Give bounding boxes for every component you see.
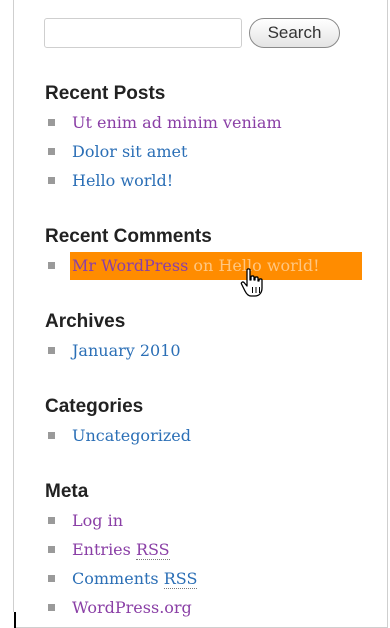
comments-rss-link[interactable]: Comments RSS	[72, 569, 198, 589]
entries-rss-link[interactable]: Entries RSS	[72, 540, 170, 560]
recent-comments-title: Recent Comments	[45, 226, 212, 247]
frame-edge-marker	[9, 612, 16, 628]
meta-list: Log in Entries RSS Comments RSS WordPres…	[45, 506, 198, 622]
search-input[interactable]	[44, 18, 242, 48]
hand-pointer-icon	[240, 268, 263, 297]
comment-author-link[interactable]: Mr WordPress	[72, 256, 188, 275]
archives-title: Archives	[45, 311, 126, 332]
square-bullet-icon	[48, 517, 55, 524]
list-item: Comments RSS	[45, 564, 198, 593]
category-link[interactable]: Uncategorized	[72, 426, 191, 445]
list-item: Uncategorized	[45, 421, 191, 450]
recent-posts-list: Ut enim ad minim veniam Dolor sit amet H…	[45, 108, 282, 195]
archives-list: January 2010	[45, 336, 181, 365]
frame-bottom-edge	[14, 623, 387, 627]
list-item: Entries RSS	[45, 535, 197, 564]
meta-title: Meta	[45, 481, 89, 502]
square-bullet-icon	[48, 119, 55, 126]
comments-rss-label: Comments	[72, 569, 159, 588]
rss-abbr: RSS	[163, 569, 198, 589]
comment-post-link[interactable]: Hello world!	[218, 256, 319, 275]
list-item: Mr WordPress on Hello world!	[45, 251, 320, 280]
list-item: WordPress.org	[45, 593, 197, 622]
list-item: January 2010	[45, 336, 181, 365]
square-bullet-icon	[48, 604, 55, 611]
list-item: Hello world!	[45, 166, 282, 195]
square-bullet-icon	[48, 347, 55, 354]
categories-title: Categories	[45, 396, 144, 417]
list-item: Dolor sit amet	[45, 137, 282, 166]
square-bullet-icon	[48, 546, 55, 553]
list-item: Log in	[45, 506, 197, 535]
recent-comment: Mr WordPress on Hello world!	[72, 256, 320, 275]
wordpress-org-link[interactable]: WordPress.org	[72, 598, 192, 617]
login-link[interactable]: Log in	[72, 511, 123, 530]
search-button[interactable]: Search	[249, 18, 340, 48]
recent-posts-title: Recent Posts	[45, 83, 166, 104]
list-item: Ut enim ad minim veniam	[45, 108, 282, 137]
square-bullet-icon	[48, 148, 55, 155]
square-bullet-icon	[48, 575, 55, 582]
square-bullet-icon	[48, 262, 55, 269]
recent-post-link[interactable]: Dolor sit amet	[72, 142, 187, 161]
rss-abbr: RSS	[135, 540, 170, 560]
entries-rss-label: Entries	[72, 540, 131, 559]
square-bullet-icon	[48, 177, 55, 184]
categories-list: Uncategorized	[45, 421, 191, 450]
comment-on-text: on	[193, 256, 214, 275]
recent-post-link[interactable]: Hello world!	[72, 171, 173, 190]
recent-post-link[interactable]: Ut enim ad minim veniam	[72, 113, 282, 132]
recent-comments-list: Mr WordPress on Hello world!	[45, 251, 320, 280]
archive-link[interactable]: January 2010	[72, 341, 181, 360]
square-bullet-icon	[48, 432, 55, 439]
